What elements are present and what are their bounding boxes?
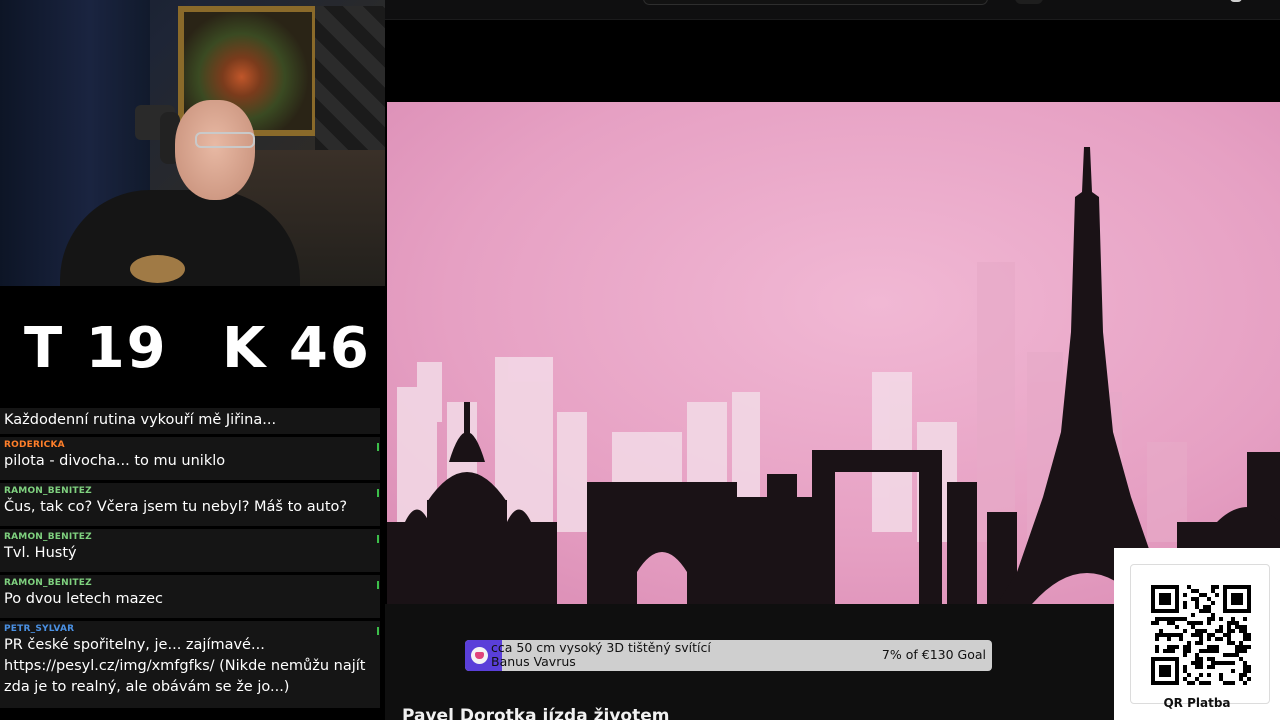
counter-t: T 19 xyxy=(24,316,168,381)
chat-message-text: Tvl. Hustý xyxy=(4,545,77,561)
qr-label: QR Platba xyxy=(1163,696,1231,710)
site-top-bar xyxy=(385,0,1280,20)
chat-message: RAMON_BENITEZ Po dvou letech mazec xyxy=(0,575,380,619)
search-input[interactable] xyxy=(643,0,988,5)
qr-code-icon xyxy=(1151,585,1251,685)
webcam-glasses xyxy=(195,132,255,148)
chat-message-marker xyxy=(377,443,379,451)
chat-username[interactable]: RAMON_BENITEZ xyxy=(4,485,376,497)
chat-message-marker xyxy=(377,581,379,589)
paris-skyline-frame xyxy=(387,102,1280,604)
search-button[interactable] xyxy=(1015,0,1043,4)
chat-message-marker xyxy=(377,489,379,497)
chat-message-text: Každodenní rutina vykouří mě Jiřina... xyxy=(4,412,277,428)
chat-username[interactable]: RODERICKA xyxy=(4,439,376,451)
chat-message-text: pilota - divocha... to mu uniklo xyxy=(4,453,226,469)
webcam-shirt-print xyxy=(130,255,185,283)
goal-title-line1: cca 50 cm vysoký 3D tištěný svítící xyxy=(491,640,711,655)
chat-message-text: Čus, tak co? Včera jsem tu nebyl? Máš to… xyxy=(4,499,348,515)
avatar[interactable] xyxy=(1230,0,1242,2)
webcam-feed xyxy=(0,0,385,286)
chat-message-marker xyxy=(377,535,379,543)
counter-k: K 46 xyxy=(222,316,371,381)
qr-payment-card: QR Platba xyxy=(1114,548,1280,720)
goal-title-line2: Banus Vavrus xyxy=(491,654,576,669)
chat-message: RAMON_BENITEZ Čus, tak co? Včera jsem tu… xyxy=(0,483,380,527)
stream-overlay: T 19 K 46 Každodenní rutina vykouří mě J… xyxy=(0,0,1280,720)
donation-goal-bar: cca 50 cm vysoký 3D tištěný svítící Banu… xyxy=(465,640,992,671)
chat-username[interactable]: RAMON_BENITEZ xyxy=(4,531,376,543)
goal-progress-text: 7% of €130 Goal xyxy=(881,647,986,662)
chat-username[interactable]: PETR_SYLVAR xyxy=(4,623,376,635)
left-column: T 19 K 46 Každodenní rutina vykouří mě J… xyxy=(0,0,385,720)
chat-message: RODERICKA pilota - divocha... to mu unik… xyxy=(0,437,380,481)
chat-message: Každodenní rutina vykouří mě Jiřina... xyxy=(0,408,380,435)
counters-panel: T 19 K 46 xyxy=(0,286,385,408)
chat-message-text: PR české spořitelny, je... zajímavé... h… xyxy=(4,637,366,695)
video-title[interactable]: Pavel Dorotka jízda životem xyxy=(402,706,669,720)
chat-message: RAMON_BENITEZ Tvl. Hustý xyxy=(0,529,380,573)
webcam-person-head xyxy=(175,100,255,200)
chat-panel: Každodenní rutina vykouří mě Jiřina... R… xyxy=(0,408,385,720)
chat-username[interactable]: RAMON_BENITEZ xyxy=(4,577,376,589)
chat-message: PETR_SYLVAR PR české spořitelny, je... z… xyxy=(0,621,380,709)
coffee-cup-icon xyxy=(471,647,488,664)
chat-message-text: Po dvou letech mazec xyxy=(4,591,164,607)
chat-message-marker xyxy=(377,627,379,635)
qr-frame xyxy=(1130,564,1270,704)
video-player[interactable] xyxy=(387,102,1280,604)
